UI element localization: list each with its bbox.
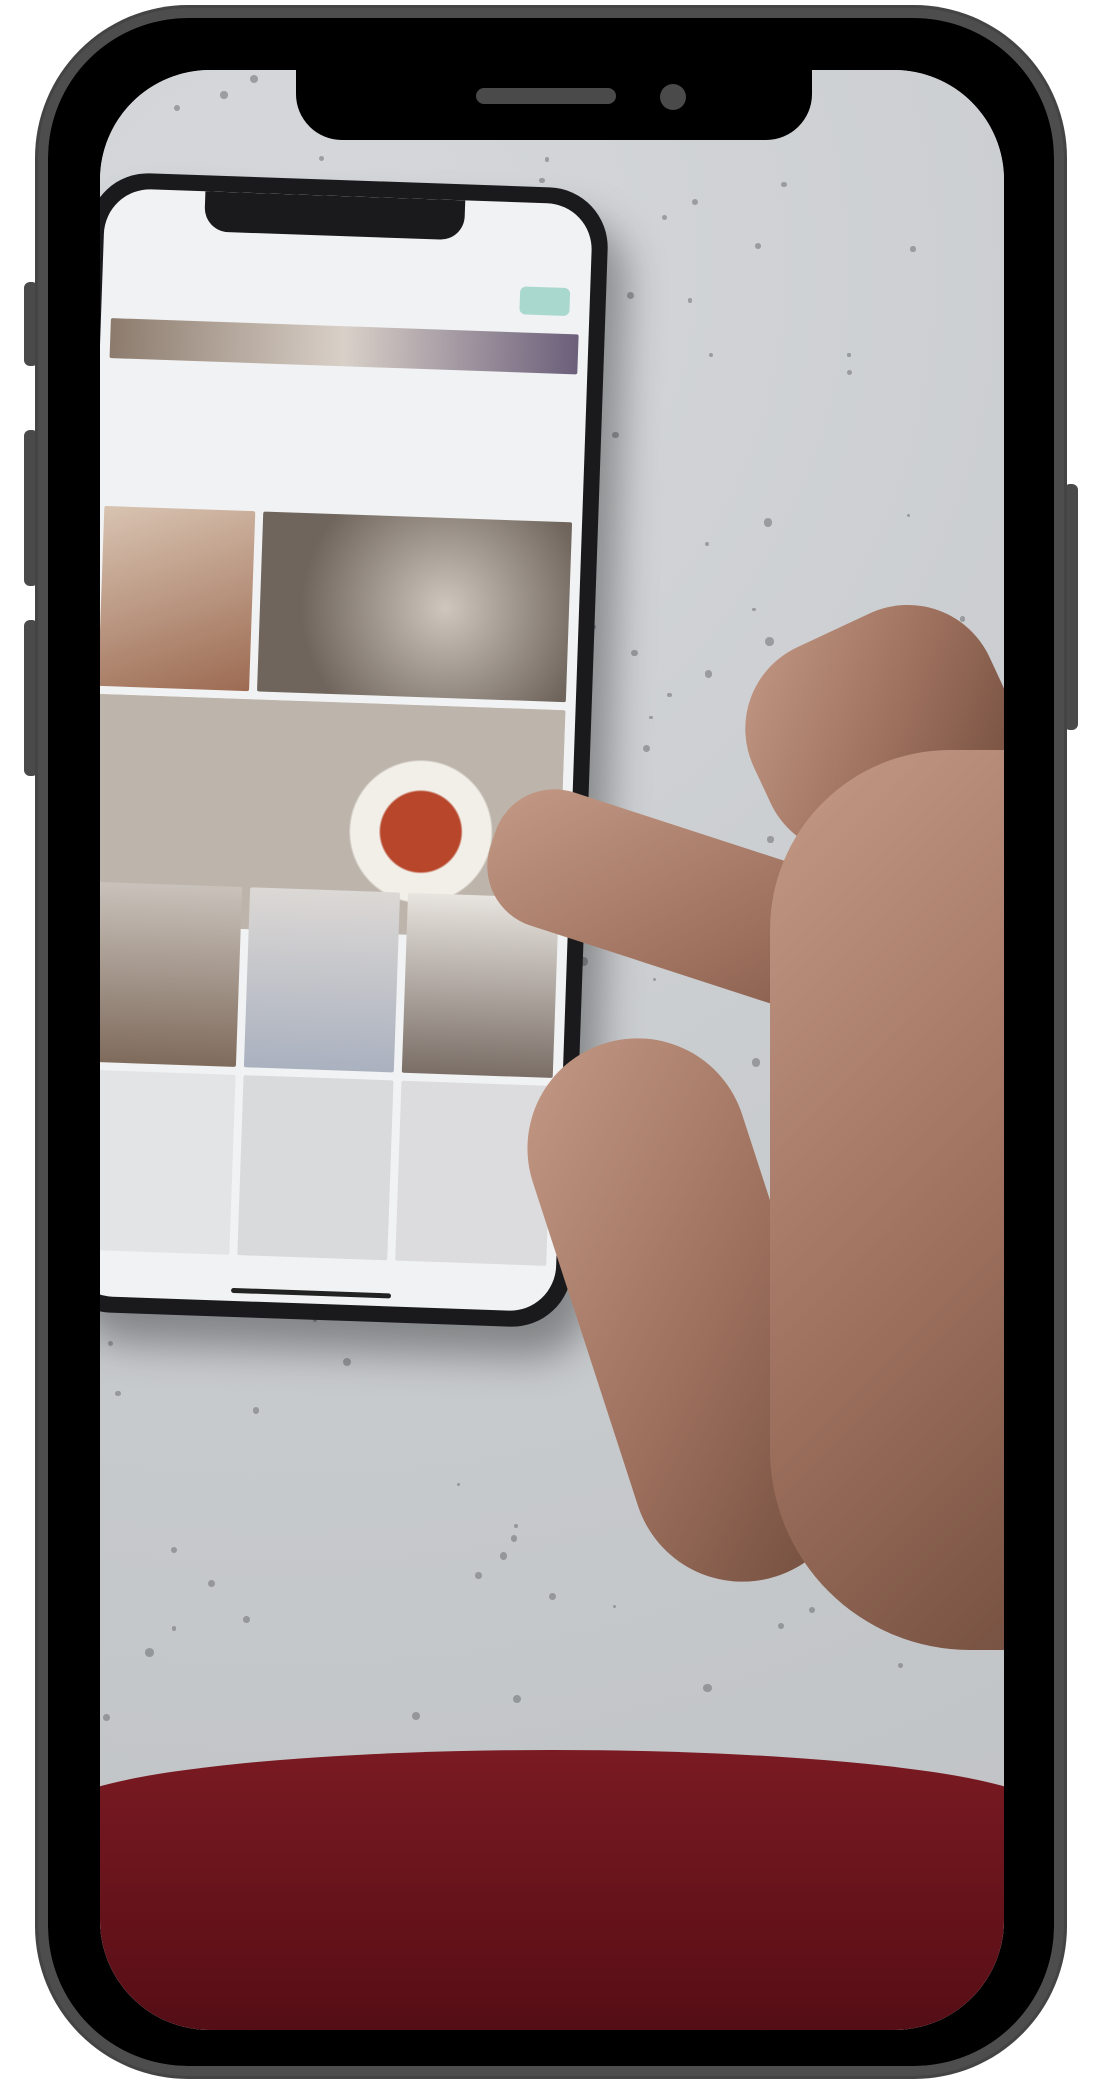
table-speck: [103, 1713, 111, 1721]
photographed-app-accent-button: [519, 286, 571, 317]
table-speck: [499, 1552, 507, 1560]
silent-switch: [24, 282, 38, 366]
palm: [770, 750, 1004, 1650]
screen: [100, 70, 1004, 2030]
table-speck: [910, 246, 916, 252]
grid-tile: [236, 1075, 394, 1261]
table-speck: [512, 1694, 521, 1703]
table-speck: [548, 1592, 557, 1600]
table-speck: [752, 607, 756, 611]
table-speck: [171, 1626, 177, 1631]
volume-down-button: [24, 620, 38, 776]
grid-tile: [109, 318, 579, 375]
table-speck: [959, 615, 966, 622]
table-speck: [626, 291, 635, 299]
table-speck: [687, 298, 692, 303]
red-cloth: [100, 1750, 1004, 2030]
table-speck: [115, 1390, 121, 1397]
table-speck: [998, 93, 1002, 97]
volume-up-button: [24, 430, 38, 586]
stage: [0, 0, 1099, 2082]
photographed-app-toolbar: [101, 268, 590, 325]
table-speck: [691, 198, 698, 205]
table-speck: [704, 541, 709, 546]
grid-tile: [243, 887, 401, 1073]
grid-tile: [100, 881, 242, 1067]
hand: [471, 575, 1004, 1690]
table-speck: [539, 177, 545, 183]
power-button: [1064, 484, 1078, 730]
table-speck: [763, 518, 773, 527]
grid-tile: [100, 505, 255, 692]
front-camera: [660, 84, 686, 110]
photographed-phone-notch: [204, 191, 466, 241]
grid-tile: [395, 1080, 553, 1266]
photographed-phone-screen: [100, 187, 594, 1313]
table-speck: [475, 1572, 482, 1579]
table-speck: [243, 1616, 251, 1623]
table-speck: [847, 353, 851, 357]
table-speck: [510, 1535, 518, 1542]
notch: [296, 70, 812, 140]
table-speck: [145, 1647, 154, 1657]
grid-tile: [256, 511, 573, 703]
speaker-grille: [476, 88, 616, 104]
table-speck: [412, 1711, 420, 1720]
table-speck: [220, 91, 228, 99]
grid-tile: [100, 1069, 236, 1255]
table-speck: [847, 369, 853, 375]
home-indicator: [230, 1287, 392, 1299]
